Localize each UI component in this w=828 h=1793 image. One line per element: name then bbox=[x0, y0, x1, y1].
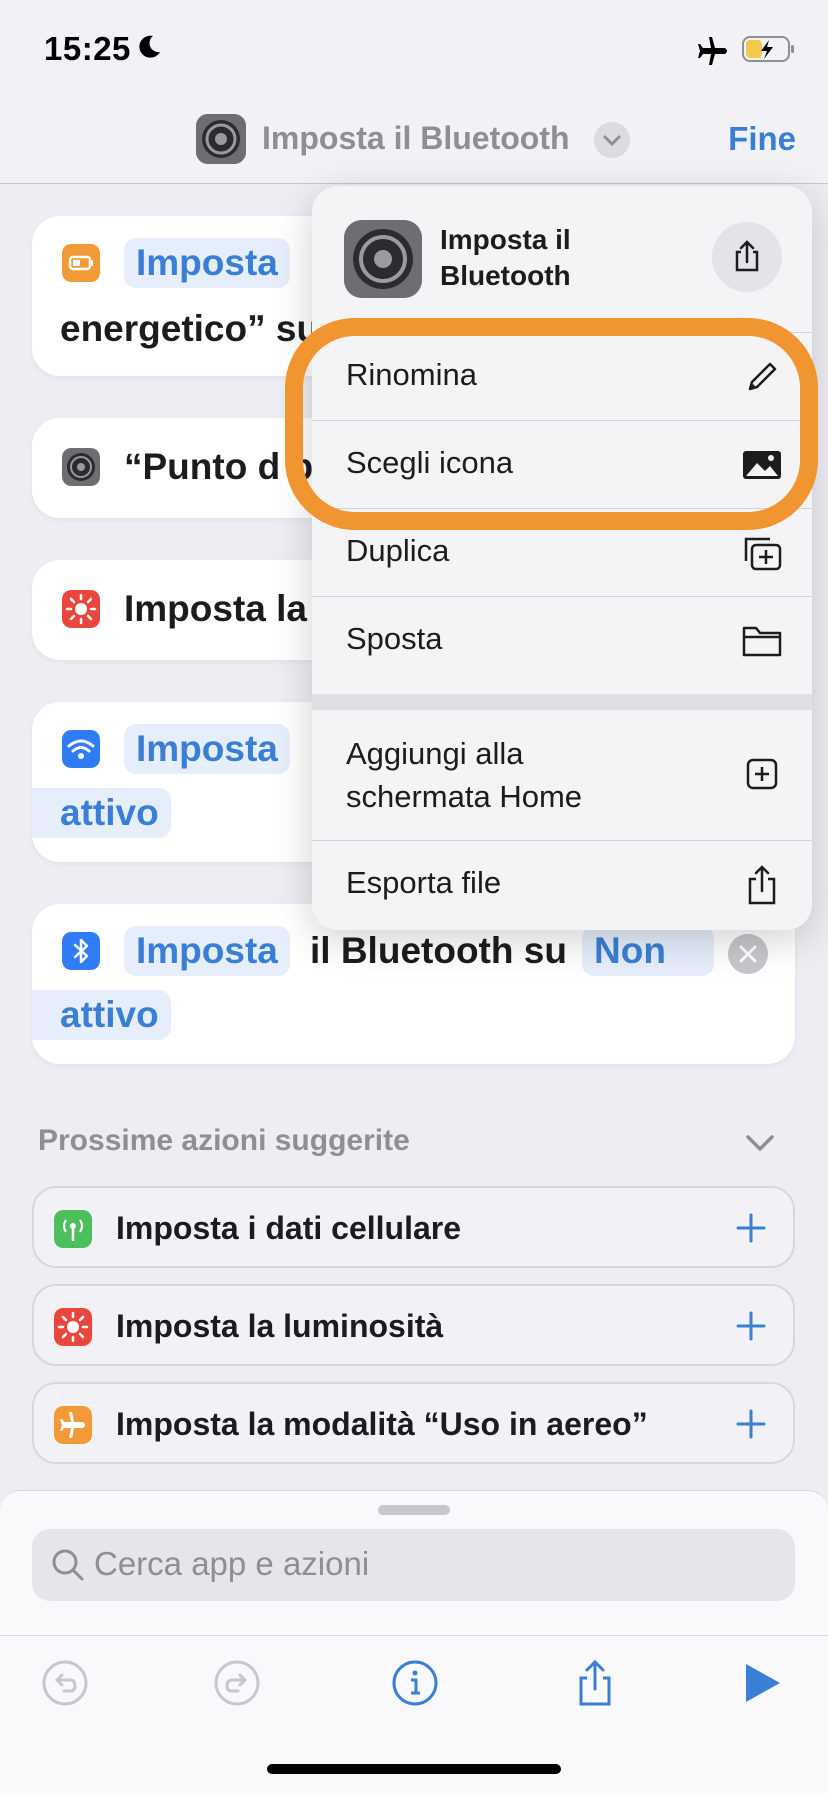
undo-icon[interactable] bbox=[40, 1658, 90, 1708]
add-icon[interactable] bbox=[729, 1206, 773, 1250]
brightness-icon bbox=[62, 590, 100, 628]
menu-item-label: Sposta bbox=[346, 621, 443, 656]
menu-item-label: Aggiungi alla schermata Home bbox=[346, 732, 582, 818]
menu-item-label-line2: schermata Home bbox=[346, 779, 583, 814]
menu-item-label: Duplica bbox=[346, 533, 450, 568]
shortcut-title[interactable]: Imposta il Bluetooth bbox=[262, 120, 570, 157]
set-token[interactable]: Imposta bbox=[124, 238, 290, 288]
bluetooth-icon bbox=[62, 932, 100, 970]
card-text: energetico” su bbox=[60, 308, 320, 349]
navigation-bar: Imposta il Bluetooth Fine bbox=[0, 100, 828, 184]
menu-item-label-line1: Aggiungi alla bbox=[346, 736, 524, 771]
menu-item-add-to-home[interactable]: Aggiungi alla schermata Home bbox=[312, 710, 812, 840]
search-placeholder: Cerca app e azioni bbox=[94, 1545, 370, 1582]
wifi-icon bbox=[62, 730, 100, 768]
share-icon[interactable] bbox=[570, 1658, 620, 1708]
cellular-icon bbox=[54, 1210, 92, 1248]
folder-icon bbox=[742, 626, 782, 657]
context-menu: Imposta il Bluetooth Rinomina Scegli ico… bbox=[312, 186, 812, 930]
share-icon[interactable] bbox=[712, 222, 782, 292]
export-icon bbox=[748, 865, 776, 905]
settings-app-icon bbox=[196, 114, 246, 164]
add-icon[interactable] bbox=[729, 1304, 773, 1348]
menu-item-label: Esporta file bbox=[346, 865, 502, 900]
card-text: il Bluetooth su bbox=[310, 930, 567, 971]
suggestion-label: Imposta la luminosità bbox=[116, 1308, 444, 1344]
done-button[interactable]: Fine bbox=[728, 120, 796, 158]
brightness-icon bbox=[54, 1308, 92, 1346]
set-token[interactable]: Imposta bbox=[124, 724, 290, 774]
suggestions-header: Prossime azioni suggerite bbox=[38, 1124, 410, 1157]
card-text: Imposta la bbox=[124, 588, 307, 629]
menu-separator bbox=[312, 694, 812, 710]
search-icon bbox=[52, 1549, 84, 1581]
battery-icon bbox=[742, 36, 794, 62]
settings-icon bbox=[62, 448, 100, 486]
add-icon[interactable] bbox=[729, 1402, 773, 1446]
search-input[interactable]: Cerca app e azioni bbox=[32, 1529, 795, 1601]
info-icon[interactable] bbox=[390, 1658, 440, 1708]
suggestion-brightness[interactable]: Imposta la luminosità bbox=[32, 1284, 795, 1366]
state-token[interactable]: Non bbox=[582, 926, 714, 976]
moon-icon bbox=[139, 35, 160, 58]
status-bar: 15:25 bbox=[0, 0, 828, 100]
play-icon[interactable] bbox=[736, 1658, 786, 1708]
chevron-down-icon[interactable] bbox=[594, 122, 630, 158]
settings-app-icon bbox=[344, 220, 422, 298]
sheet-grabber[interactable] bbox=[378, 1505, 450, 1515]
airplane-mode-icon bbox=[698, 37, 727, 65]
suggestion-label: Imposta i dati cellulare bbox=[116, 1210, 461, 1246]
suggestion-cellular[interactable]: Imposta i dati cellulare bbox=[32, 1186, 795, 1268]
state-token[interactable]: attivo bbox=[32, 788, 171, 838]
duplicate-icon bbox=[744, 537, 782, 571]
suggestion-airplane[interactable]: Imposta la modalità “Uso in aereo” bbox=[32, 1382, 795, 1464]
home-indicator bbox=[267, 1764, 561, 1774]
suggestion-label: Imposta la modalità “Uso in aereo” bbox=[116, 1406, 648, 1442]
menu-title: Imposta il Bluetooth bbox=[440, 224, 571, 291]
airplane-icon bbox=[54, 1406, 92, 1444]
chevron-down-icon[interactable] bbox=[742, 1128, 778, 1158]
bottom-sheet: Cerca app e azioni bbox=[0, 1490, 828, 1793]
set-token[interactable]: Imposta bbox=[124, 926, 290, 976]
redo-icon[interactable] bbox=[212, 1658, 262, 1708]
battery-icon bbox=[62, 244, 100, 282]
status-time: 15:25 bbox=[44, 30, 131, 67]
menu-item-move[interactable]: Sposta bbox=[312, 596, 812, 684]
menu-item-export-file[interactable]: Esporta file bbox=[312, 840, 812, 928]
clear-icon[interactable] bbox=[728, 934, 768, 974]
add-square-icon bbox=[746, 758, 778, 790]
menu-header: Imposta il Bluetooth bbox=[312, 186, 812, 332]
state-token[interactable]: attivo bbox=[32, 990, 171, 1040]
highlight-annotation bbox=[285, 318, 818, 530]
